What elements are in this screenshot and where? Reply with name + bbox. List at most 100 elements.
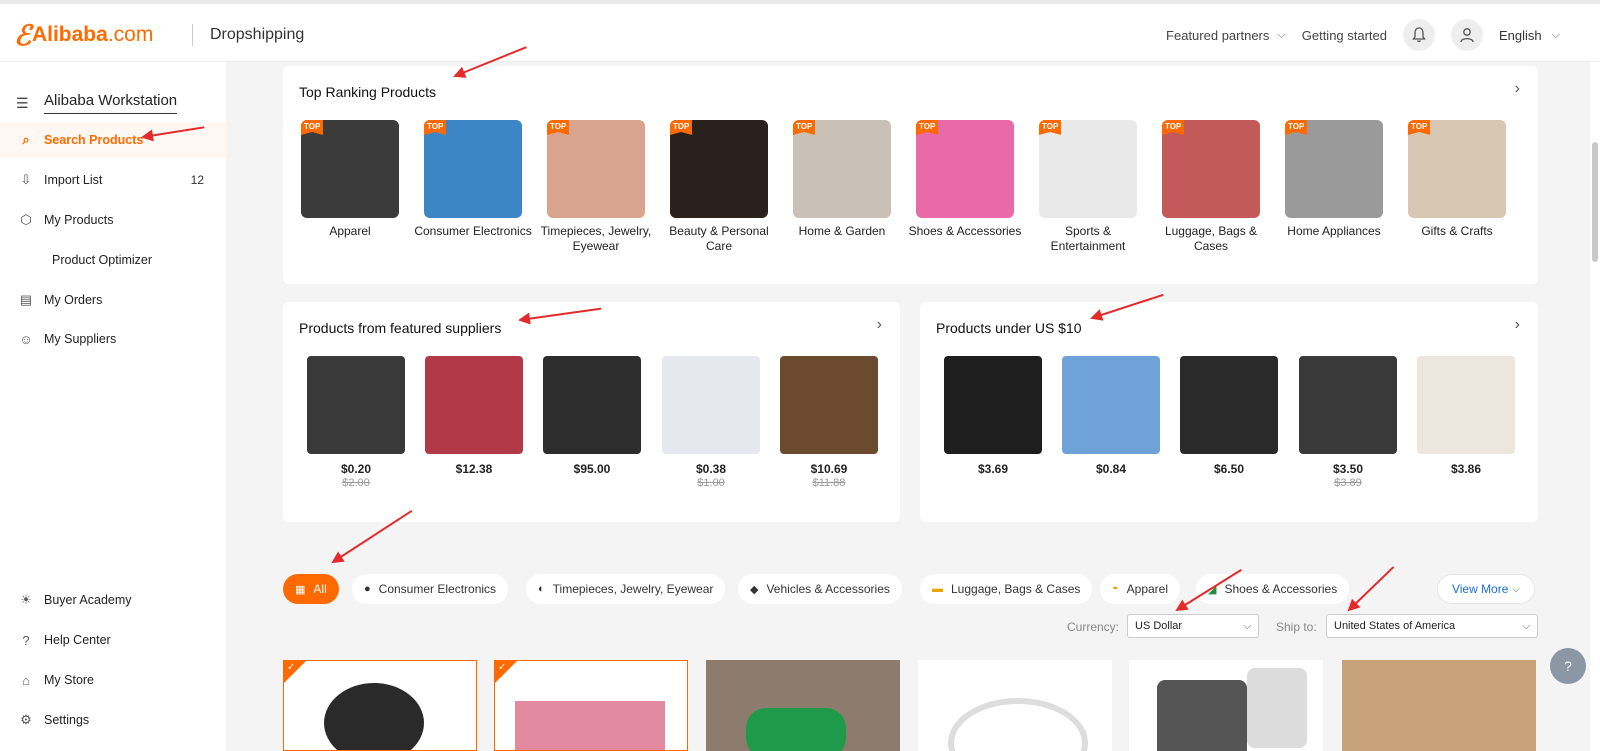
feedback-button[interactable]: ? [1550,648,1586,684]
filter-chip-consumer-electronics[interactable]: ● Consumer Electronics [352,574,509,604]
grid-product-card[interactable] [918,660,1112,751]
page-scrollbar[interactable] [1590,62,1600,751]
product-card[interactable]: $12.38 [425,356,523,476]
chevron-down-icon: ⌵ [1522,620,1530,632]
store-icon: ⌂ [22,672,30,688]
ranking-category-item[interactable]: TOP Luggage, Bags & Cases [1152,120,1270,254]
ranking-category-item[interactable]: TOP Sports & Entertainment [1029,120,1147,254]
language-selector[interactable]: English ⌵ [1499,28,1560,43]
filter-chip-luggage[interactable]: ▬ Luggage, Bags & Cases [920,574,1093,604]
ranking-category-item[interactable]: TOP Apparel [291,120,409,239]
top-badge: TOP [1039,120,1062,135]
grid-product-card[interactable] [1129,660,1323,751]
currency-select[interactable]: US Dollar ⌵ [1127,614,1259,638]
collapse-menu-icon[interactable]: ☰ [16,95,30,112]
product-card[interactable]: $10.69 $11.88 [780,356,878,489]
sidebar-item-settings[interactable]: ⚙ Settings [0,702,226,738]
sidebar-item-label: Settings [44,713,90,727]
sidebar-item-my-products[interactable]: ⬡ My Products [0,202,226,238]
notification-button[interactable] [1403,19,1436,51]
product-card[interactable]: $6.50 [1180,356,1278,476]
view-more-button[interactable]: View More ⌵ [1436,574,1535,604]
user-icon: ☺ [19,331,33,347]
filter-chip-apparel[interactable]: ◓ Apparel [1100,574,1181,604]
ranking-category-item[interactable]: TOP Timepieces, Jewelry, Eyewear [537,120,655,254]
help-icon: ? [22,632,30,648]
sidebar-item-label: My Store [44,673,95,687]
feedback-icon: ? [1564,658,1572,674]
filter-chip-vehicles[interactable]: ◆ Vehicles & Accessories [738,574,902,604]
filter-chip-timepieces[interactable]: ◐ Timepieces, Jewelry, Eyewear [526,574,726,604]
chip-label: Consumer Electronics [378,582,497,596]
ranking-category-item[interactable]: TOP Beauty & Personal Care [660,120,778,254]
ship-to-select[interactable]: United States of America ⌵ [1326,614,1538,638]
product-image [780,356,878,454]
product-card[interactable]: $95.00 [543,356,641,476]
sidebar-item-buyer-academy[interactable]: ☀ Buyer Academy [0,582,226,618]
workstation-title: Alibaba Workstation [44,92,178,114]
search-icon: ⌕ [22,132,30,147]
chevron-right-icon[interactable]: › [877,316,882,334]
sidebar-item-import-list[interactable]: ⇩ Import List 12 [0,162,226,198]
ranking-category-item[interactable]: TOP Shoes & Accessories [906,120,1024,239]
top-badge: TOP [1285,120,1308,135]
workstation-header[interactable]: ☰ Alibaba Workstation [16,92,178,114]
getting-started-link[interactable]: Getting started [1302,28,1387,43]
ship-to-value: United States of America [1334,620,1456,632]
featured-partners-dropdown[interactable]: Featured partners ⌵ [1166,28,1286,43]
chip-label: Shoes & Accessories [1224,582,1338,596]
product-card[interactable]: $0.84 [1062,356,1160,476]
top-badge: TOP [1162,120,1185,135]
product-card[interactable]: $3.69 [944,356,1042,476]
category-image: TOP [1039,120,1137,218]
sidebar-item-label: Import List [44,173,103,187]
featured-suppliers-card: Products from featured suppliers › $0.20… [283,302,900,522]
app-title[interactable]: Dropshipping [210,26,304,44]
product-price: $3.50 [1332,462,1364,476]
ranking-category-item[interactable]: TOP Consumer Electronics [414,120,532,239]
sidebar-item-product-optimizer[interactable]: Product Optimizer [0,242,226,278]
header-divider [192,24,193,46]
filter-chip-all[interactable]: ▦ All [283,574,339,604]
chip-label: Apparel [1126,582,1169,596]
product-image-detail [1247,668,1307,748]
account-button[interactable] [1451,19,1484,51]
chevron-right-icon[interactable]: › [1515,316,1520,334]
sidebar-item-my-store[interactable]: ⌂ My Store [0,662,226,698]
top-badge: TOP [670,120,693,135]
ranking-category-item[interactable]: TOP Home Appliances [1275,120,1393,239]
product-card[interactable]: $3.86 [1417,356,1515,476]
sidebar-item-my-suppliers[interactable]: ☺ My Suppliers [0,321,226,357]
vehicle-icon: ◆ [750,583,759,596]
top-badge: TOP [424,120,447,135]
luggage-icon: ▬ [932,583,943,595]
scrollbar-thumb[interactable] [1592,142,1598,262]
ranking-category-item[interactable]: TOP Gifts & Crafts [1398,120,1516,239]
category-image: TOP [793,120,891,218]
grid-product-card[interactable] [706,660,900,751]
sidebar-item-help-center[interactable]: ? Help Center [0,622,226,658]
filter-chip-shoes[interactable]: ◢ Shoes & Accessories [1196,574,1350,604]
ranking-category-item[interactable]: TOP Home & Garden [783,120,901,239]
alibaba-logo[interactable]: ℰ Alibaba.com [14,20,153,51]
sidebar-item-my-orders[interactable]: ▤ My Orders [0,282,226,318]
category-label: Consumer Electronics [414,224,532,238]
category-image: TOP [301,120,399,218]
product-old-price: $3.89 [1334,477,1362,489]
product-image [1342,660,1536,751]
sidebar-item-label: Search Products [44,133,144,147]
language-label: English [1499,27,1542,43]
product-card[interactable]: $0.38 $1.00 [662,356,760,489]
product-price: $0.20 [340,462,372,476]
top-badge: TOP [1408,120,1431,135]
chevron-right-icon[interactable]: › [1515,80,1520,98]
grid-product-card[interactable]: ✓ [494,660,688,751]
product-image [662,356,760,454]
category-label: Home Appliances [1287,224,1381,238]
grid-product-card[interactable] [1342,660,1536,751]
product-card[interactable]: $3.50 $3.89 [1299,356,1397,489]
product-price: $10.69 [810,462,848,476]
product-card[interactable]: $0.20 $2.00 [307,356,405,489]
sidebar: ☰ Alibaba Workstation ⌕ Search Products … [0,62,226,751]
grid-product-card[interactable]: ✓ [283,660,477,751]
